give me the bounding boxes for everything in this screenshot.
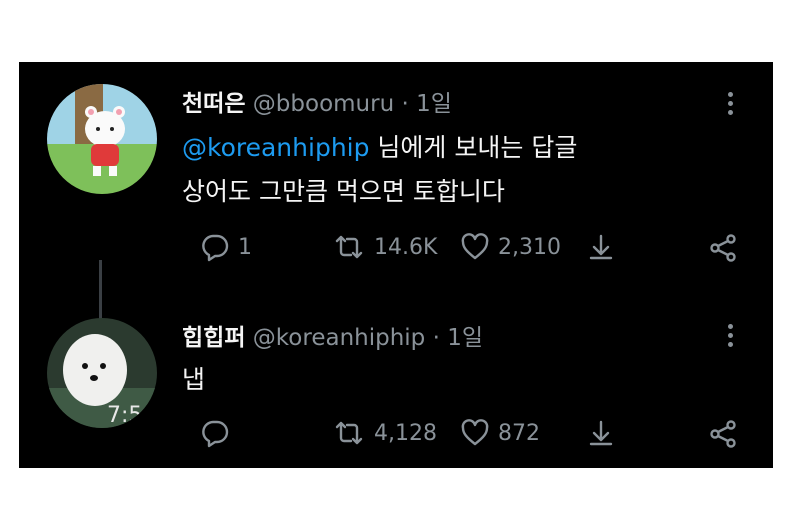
- tweet-text: 상어도 그만큼 먹으면 토합니다: [182, 177, 505, 206]
- share-icon: [710, 420, 736, 448]
- more-icon[interactable]: [728, 320, 733, 351]
- retweet-icon: [335, 235, 363, 259]
- like-count: 2,310: [498, 234, 561, 260]
- reply-count: 1: [238, 234, 252, 260]
- avatar-bboomuru[interactable]: [47, 84, 157, 194]
- bookmark-icon: [589, 234, 613, 260]
- tweet-1-header: 천떠은 @bboomuru · 1일: [182, 84, 452, 118]
- retweet-button[interactable]: 14.6K: [332, 232, 437, 262]
- reply-context: @koreanhiphip 님에게 보내는 답글: [182, 128, 577, 164]
- like-icon: [461, 233, 489, 260]
- reply-icon: [202, 420, 229, 448]
- like-icon: [461, 419, 489, 446]
- share-button[interactable]: [707, 418, 739, 450]
- bookmark-button[interactable]: [586, 418, 616, 448]
- handle[interactable]: @koreanhiphip: [253, 325, 425, 351]
- like-button[interactable]: 2,310: [460, 232, 561, 262]
- timestamp[interactable]: · 1일: [401, 91, 451, 117]
- share-button[interactable]: [707, 232, 739, 264]
- retweet-icon: [335, 421, 363, 445]
- display-name[interactable]: 힙힙퍼: [182, 325, 245, 351]
- share-icon: [710, 234, 736, 262]
- svg-text:7:5: 7:5: [107, 403, 142, 428]
- tweet-1[interactable]: 천떠은 @bboomuru · 1일 @koreanhiphip 님에게 보내는…: [19, 62, 773, 292]
- timestamp[interactable]: · 1일: [433, 325, 483, 351]
- retweet-count: 14.6K: [374, 234, 438, 260]
- bookmark-button[interactable]: [586, 232, 616, 262]
- avatar-illustration: [47, 84, 157, 194]
- reply-mention-link[interactable]: @koreanhiphip: [182, 133, 369, 162]
- tweet-1-actions: 1 14.6K 2,310: [182, 232, 742, 272]
- like-count: 872: [498, 420, 540, 446]
- avatar-koreanhiphip[interactable]: 7:5: [47, 318, 157, 428]
- tweet-2[interactable]: 7:5 힙힙퍼 @koreanhiphip · 1일 냅 4,128 872: [19, 298, 773, 468]
- retweet-count: 4,128: [374, 420, 437, 446]
- bookmark-icon: [589, 420, 613, 446]
- retweet-button[interactable]: 4,128: [332, 418, 437, 448]
- reply-icon: [202, 234, 229, 262]
- reply-button[interactable]: [200, 418, 238, 448]
- tweet-thread-panel: 천떠은 @bboomuru · 1일 @koreanhiphip 님에게 보내는…: [19, 62, 773, 468]
- like-button[interactable]: 872: [460, 418, 540, 448]
- reply-context-text: 님에게 보내는 답글: [369, 133, 578, 162]
- tweet-2-actions: 4,128 872: [182, 418, 742, 458]
- reply-button[interactable]: 1: [200, 232, 252, 262]
- tweet-2-header: 힙힙퍼 @koreanhiphip · 1일: [182, 318, 483, 352]
- tweet-text: 냅: [182, 365, 206, 394]
- display-name[interactable]: 천떠은: [182, 91, 245, 117]
- more-icon[interactable]: [728, 88, 733, 119]
- avatar-photo: 7:5: [47, 318, 157, 428]
- handle[interactable]: @bboomuru: [253, 91, 394, 117]
